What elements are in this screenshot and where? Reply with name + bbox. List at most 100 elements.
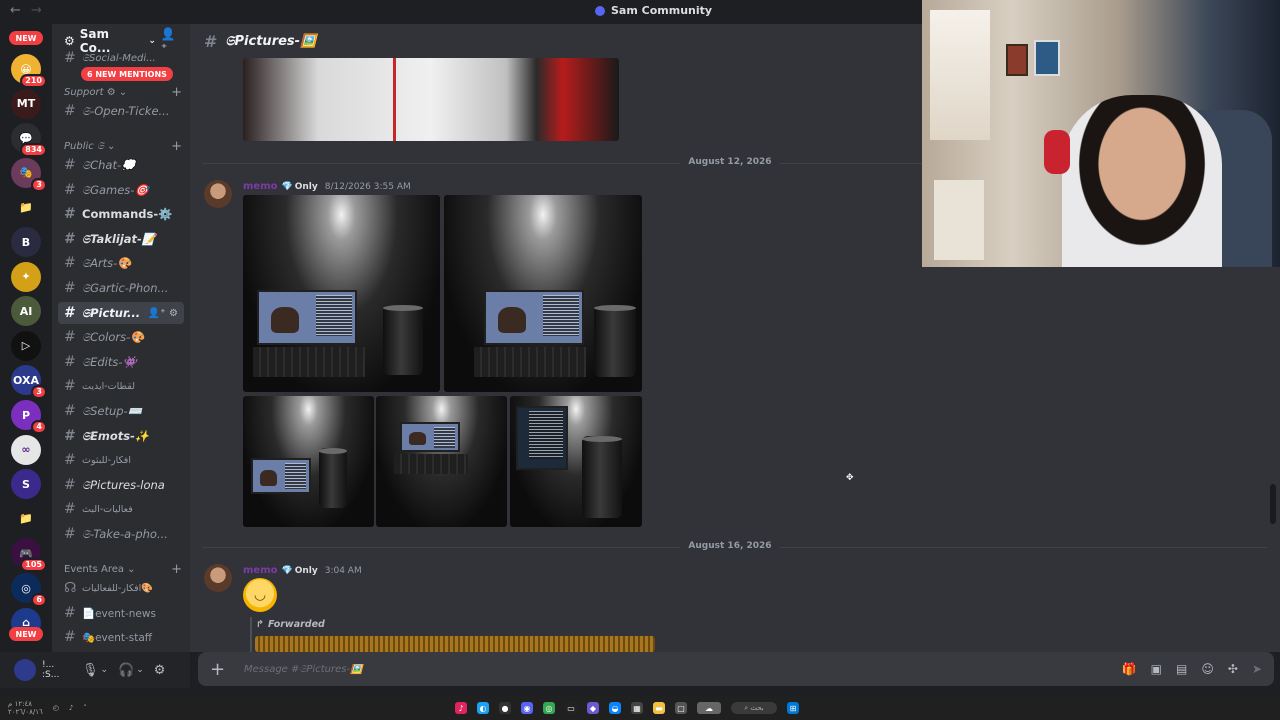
channel-social-media[interactable]: # 𝔖Social-Medi... <box>58 50 184 66</box>
channel-event-staff[interactable]: # 🎭event-staff <box>58 626 184 648</box>
avatar[interactable] <box>14 659 36 681</box>
server-icon[interactable]: 📁 <box>11 503 41 534</box>
server-icon[interactable]: 🎭 3 <box>11 157 47 192</box>
channel-arts[interactable]: # 𝔖Arts-🎨 <box>58 252 184 274</box>
create-channel-icon[interactable]: + <box>171 139 182 154</box>
photo-1[interactable] <box>243 195 440 392</box>
gif-icon[interactable]: ▣ <box>1151 662 1162 676</box>
channel-gartic-phone[interactable]: # 𝔖Gartic-Phon... <box>58 277 184 299</box>
unread-badge: 3 <box>31 385 47 400</box>
user-name[interactable]: !... :S... <box>42 660 72 680</box>
forwarded-image[interactable] <box>255 636 655 652</box>
create-channel-icon[interactable]: + <box>171 85 182 100</box>
edge-icon[interactable]: ◒ <box>609 702 621 714</box>
channel-afkar[interactable]: # افكار-للبثوث <box>58 449 184 471</box>
wifi-icon[interactable]: ◴ <box>53 704 59 712</box>
clock-date: ٢٠٢٦/٠٨/١٦ <box>8 708 43 716</box>
channel-open-ticket[interactable]: # 𝔖-Open-Ticke... <box>58 100 184 122</box>
gift-icon[interactable]: 🎁 <box>1122 662 1137 676</box>
taskbar-search[interactable]: ⌕ بحث <box>731 702 777 714</box>
channel-event-news[interactable]: # 📄event-news <box>58 602 184 624</box>
chevron-down-icon[interactable]: ⌄ <box>136 665 144 675</box>
send-icon[interactable]: ➤ <box>1252 662 1262 676</box>
server-icon[interactable]: 🎮 105 <box>11 538 47 573</box>
server-icon[interactable]: ◎ 6 <box>11 573 47 607</box>
app-icon[interactable]: ◆ <box>587 702 599 714</box>
channel-take-a-photo[interactable]: # 𝔖-Take-a-pho... <box>58 523 184 545</box>
apps-icon[interactable]: ✣ <box>1228 662 1238 676</box>
channel-setup[interactable]: # 𝔖Setup-⌨️ <box>58 400 184 422</box>
folder-icon[interactable]: ▬ <box>653 702 665 714</box>
channel-chat[interactable]: # 𝔖Chat-💭 <box>58 154 184 176</box>
create-channel-icon[interactable]: + <box>171 562 182 577</box>
message-header: memo 💎 Only 8/12/2026 3:55 AM <box>243 181 411 192</box>
avatar[interactable] <box>204 180 232 208</box>
channel-faaliyat[interactable]: # فعاليات-البث <box>58 498 184 520</box>
channel-events-ideas[interactable]: ☊ افكار-للفعاليات🎨 <box>58 577 184 599</box>
channel-colors[interactable]: # 𝔖Colors-🎨 <box>58 326 184 348</box>
new-mentions-pill[interactable]: 6 NEW MENTIONS <box>81 67 173 81</box>
photo-5[interactable] <box>510 396 642 527</box>
gear-icon[interactable]: ⚙ <box>154 663 166 678</box>
channel-emots[interactable]: # 𝔖Emots-✨ <box>58 425 184 447</box>
server-icon[interactable]: 😀 210 <box>11 54 47 88</box>
channel-lqtat[interactable]: # لقطات-ايديت <box>58 375 184 397</box>
task-view-icon[interactable]: ▢ <box>675 702 687 714</box>
forward-arrow-icon[interactable]: → <box>31 3 42 18</box>
channel-label: 𝔖Pictures-lona <box>82 477 165 492</box>
chrome-icon[interactable]: ◎ <box>543 702 555 714</box>
category-events[interactable]: Events Area ⌄ + <box>64 562 182 577</box>
discord-icon[interactable]: ◉ <box>521 702 533 714</box>
photo-2[interactable] <box>444 195 642 392</box>
headphones-icon[interactable]: 🎧 <box>118 663 134 678</box>
channel-label: 𝔖Emots-✨ <box>82 428 150 443</box>
sticker-icon[interactable]: ▤ <box>1176 662 1187 676</box>
channel-commands[interactable]: # Commands-⚙️ <box>58 203 184 225</box>
terminal-icon[interactable]: ▭ <box>565 702 577 714</box>
server-icon[interactable]: MT <box>11 88 41 119</box>
chevron-down-icon[interactable]: ⌄ <box>101 665 109 675</box>
server-icon[interactable]: OXA 3 <box>11 365 47 400</box>
server-icon[interactable]: ∞ <box>11 434 41 465</box>
server-icon[interactable]: S <box>11 469 41 500</box>
chevron-up-icon[interactable]: ˄ <box>83 704 87 712</box>
server-icon[interactable]: ▷ <box>11 330 41 361</box>
server-label: ◎ <box>21 581 31 595</box>
channel-settings-icons[interactable]: 👤⁺ ⚙ <box>148 308 178 319</box>
browser-icon[interactable]: ◐ <box>477 702 489 714</box>
channel-edits[interactable]: # 𝔖Edits-👾 <box>58 351 184 373</box>
windows-start-icon[interactable]: ⊞ <box>787 702 799 714</box>
server-icon[interactable]: 📁 <box>11 192 41 223</box>
message-image-previous[interactable] <box>243 58 619 141</box>
back-arrow-icon[interactable]: ← <box>10 3 21 18</box>
speaker-icon[interactable]: ♪ <box>69 704 73 712</box>
message-input[interactable] <box>244 663 1024 675</box>
hash-icon: # <box>64 206 76 222</box>
server-icon[interactable]: B <box>11 227 41 257</box>
scrollbar[interactable] <box>1270 484 1276 524</box>
server-icon[interactable]: 💬 834 <box>11 123 47 158</box>
photo-4[interactable] <box>376 396 507 527</box>
store-icon[interactable]: ▦ <box>631 702 643 714</box>
microphone-icon[interactable]: 🎙 <box>82 663 99 678</box>
weather-icon[interactable]: ☁ <box>697 702 721 714</box>
emoji-icon[interactable]: ☺ <box>1201 662 1214 676</box>
attach-plus-icon[interactable]: + <box>210 659 226 680</box>
message-author[interactable]: memo <box>243 565 278 576</box>
message-author[interactable]: memo <box>243 181 278 192</box>
server-icon[interactable]: AI <box>11 296 41 327</box>
channel-taklijat[interactable]: # 𝔖Taklijat-📝 <box>58 228 184 250</box>
photo-3[interactable] <box>243 396 374 527</box>
channel-pictures-lona[interactable]: # 𝔖Pictures-lona <box>58 474 184 496</box>
avatar[interactable] <box>204 564 232 592</box>
server-icon[interactable]: P4 <box>11 400 47 434</box>
channel-pictures-active[interactable]: # 𝔖Pictur... 👤⁺ ⚙ <box>58 302 184 324</box>
new-unreads-pill-bottom[interactable]: NEW <box>9 627 43 641</box>
category-support[interactable]: Support ⚙ ⌄ + <box>64 85 182 100</box>
category-public[interactable]: Public 𝔖 ⌄ + <box>64 139 182 154</box>
obs-icon[interactable]: ● <box>499 702 511 714</box>
server-icon[interactable]: ✦ <box>11 261 41 292</box>
tiktok-icon[interactable]: ♪ <box>455 702 467 714</box>
channel-games[interactable]: # 𝔖Games-🎯 <box>58 179 184 201</box>
new-unreads-pill[interactable]: NEW <box>9 31 43 45</box>
